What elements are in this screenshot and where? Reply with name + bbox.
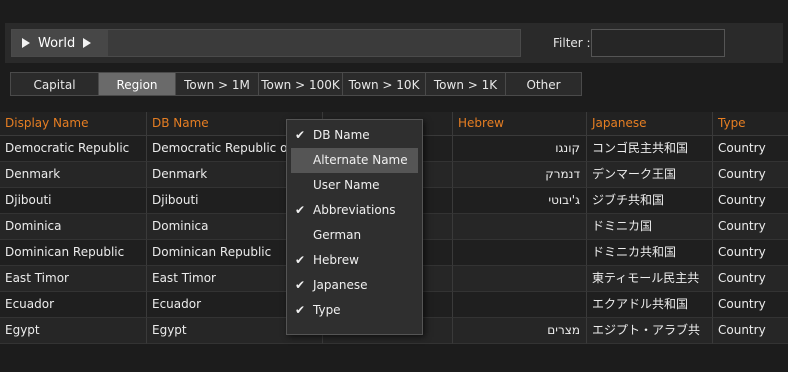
cell-type: Country (713, 318, 788, 344)
cell-type: Country (713, 292, 788, 318)
menu-item-label: Japanese (313, 278, 368, 292)
checkmark-icon: ✔ (295, 203, 306, 217)
cell-japanese: コンゴ民主共和国 (587, 136, 713, 162)
tab-town-10k[interactable]: Town > 10K (342, 72, 426, 96)
cell-japanese: ドミニカ国 (587, 214, 713, 240)
cell-hebrew (453, 240, 587, 266)
cell-japanese: エジプト・アラブ共 (587, 318, 713, 344)
menu-item-german[interactable]: German (291, 223, 418, 248)
menu-item-label: User Name (313, 178, 380, 192)
menu-item-label: German (313, 228, 362, 242)
cell-display-name: Djibouti (0, 188, 147, 214)
menu-item-label: Type (313, 303, 341, 317)
cell-japanese: ジブチ共和国 (587, 188, 713, 214)
cell-display-name: East Timor (0, 266, 147, 292)
app-window: World Filter : Capital Region Town > 1M … (0, 0, 788, 372)
tab-region[interactable]: Region (98, 72, 176, 96)
tab-town-100k[interactable]: Town > 100K (258, 72, 343, 96)
play-arrow-icon (22, 38, 30, 48)
checkmark-icon: ✔ (295, 253, 306, 267)
breadcrumb: World (11, 29, 521, 57)
cell-type: Country (713, 214, 788, 240)
cell-display-name: Democratic Republic (0, 136, 147, 162)
menu-item-db-name[interactable]: ✔ DB Name (291, 123, 418, 148)
menu-item-abbreviations[interactable]: ✔ Abbreviations (291, 198, 418, 223)
tab-other[interactable]: Other (505, 72, 582, 96)
filter-input[interactable] (591, 29, 725, 57)
breadcrumb-root[interactable]: World (12, 30, 108, 56)
menu-item-user-name[interactable]: User Name (291, 173, 418, 198)
checkmark-icon: ✔ (295, 128, 306, 142)
menu-item-japanese[interactable]: ✔ Japanese (291, 273, 418, 298)
cell-hebrew (453, 214, 587, 240)
cell-type: Country (713, 266, 788, 292)
tab-town-1m[interactable]: Town > 1M (175, 72, 259, 96)
column-header-type[interactable]: Type (713, 112, 788, 136)
menu-item-hebrew[interactable]: ✔ Hebrew (291, 248, 418, 273)
menu-item-type[interactable]: ✔ Type (291, 298, 418, 323)
cell-japanese: デンマーク王国 (587, 162, 713, 188)
menu-item-label: Hebrew (313, 253, 359, 267)
cell-hebrew: דנמרק (453, 162, 587, 188)
breadcrumb-root-label: World (38, 35, 76, 51)
column-visibility-menu: ✔ DB Name Alternate Name User Name ✔ Abbrevia… (286, 119, 423, 335)
cell-display-name: Denmark (0, 162, 147, 188)
cell-display-name: Dominican Republic (0, 240, 147, 266)
menu-item-label: DB Name (313, 128, 370, 142)
cell-type: Country (713, 136, 788, 162)
cell-type: Country (713, 188, 788, 214)
tab-town-1k[interactable]: Town > 1K (425, 72, 506, 96)
cell-hebrew (453, 292, 587, 318)
top-bar: World Filter : (5, 23, 783, 63)
menu-item-alternate-name[interactable]: Alternate Name (291, 148, 418, 173)
cell-display-name: Egypt (0, 318, 147, 344)
cell-type: Country (713, 240, 788, 266)
cell-hebrew: ג'יבוטי (453, 188, 587, 214)
cell-hebrew: מצרים (453, 318, 587, 344)
cell-japanese: エクアドル共和国 (587, 292, 713, 318)
menu-item-label: Abbreviations (313, 203, 396, 217)
cell-japanese: 東ティモール民主共 (587, 266, 713, 292)
cell-hebrew: קונגו (453, 136, 587, 162)
cell-display-name: Ecuador (0, 292, 147, 318)
filter-label: Filter : (553, 36, 591, 50)
tab-capital[interactable]: Capital (10, 72, 99, 96)
checkmark-icon: ✔ (295, 303, 306, 317)
checkmark-icon: ✔ (295, 278, 306, 292)
chevron-right-icon[interactable] (83, 38, 92, 48)
cell-display-name: Dominica (0, 214, 147, 240)
menu-item-label: Alternate Name (313, 153, 408, 167)
cell-hebrew (453, 266, 587, 292)
column-header-display-name[interactable]: Display Name (0, 112, 147, 136)
cell-japanese: ドミニカ共和国 (587, 240, 713, 266)
column-header-hebrew[interactable]: Hebrew (453, 112, 587, 136)
tab-bar: Capital Region Town > 1M Town > 100K Tow… (10, 72, 582, 96)
cell-type: Country (713, 162, 788, 188)
column-header-japanese[interactable]: Japanese (587, 112, 713, 136)
